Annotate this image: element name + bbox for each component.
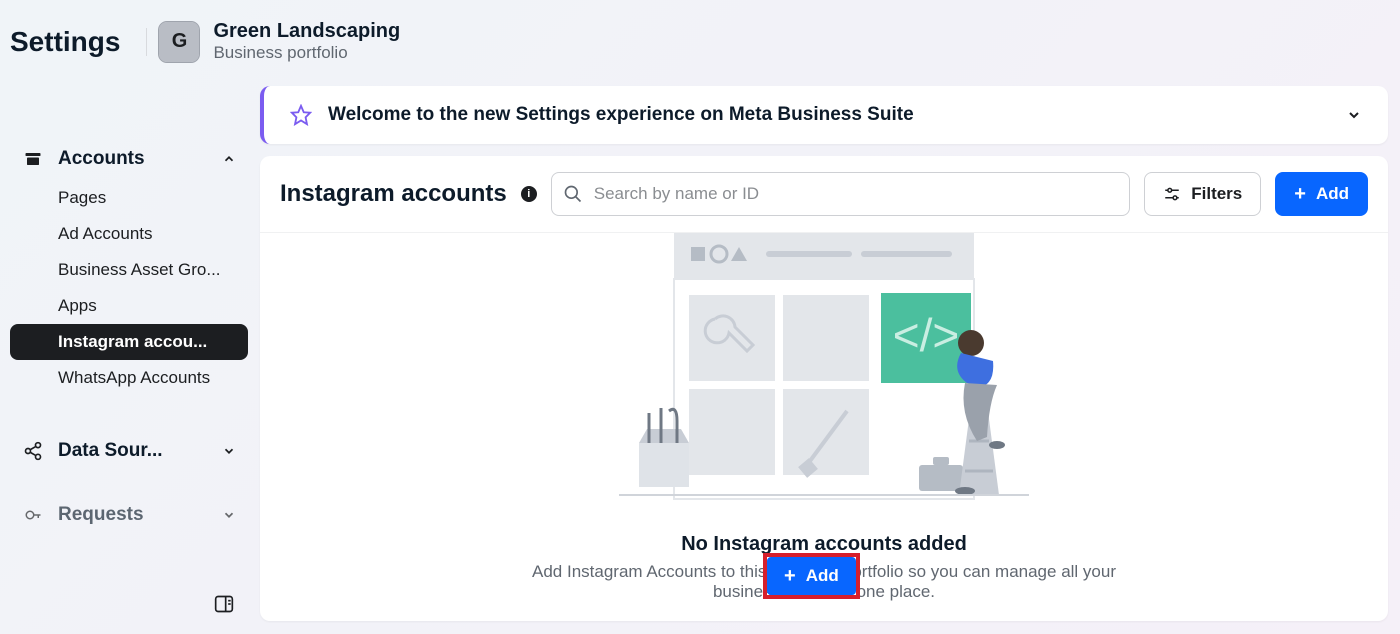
plus-icon: + <box>784 566 796 586</box>
sidebar-section-accounts: Accounts Pages Ad Accounts Business Asse… <box>10 140 248 396</box>
sidebar-section-header-accounts[interactable]: Accounts <box>10 140 248 178</box>
banner-text: Welcome to the new Settings experience o… <box>328 104 914 126</box>
star-icon <box>290 104 312 126</box>
sidebar-section-header-requests[interactable]: Requests <box>10 496 248 534</box>
sidebar-section-label: Data Sour... <box>58 440 163 462</box>
add-label: Add <box>806 566 839 586</box>
search-input[interactable] <box>551 172 1131 216</box>
sidebar-section-data-sources: Data Sour... <box>10 432 248 470</box>
filters-label: Filters <box>1191 184 1242 204</box>
info-icon[interactable]: i <box>521 186 537 202</box>
page-title: Settings <box>10 26 120 58</box>
sidebar-item-pages[interactable]: Pages <box>10 180 248 216</box>
search-wrap <box>551 172 1131 216</box>
sidebar-section-label: Requests <box>58 504 144 526</box>
chevron-down-icon <box>222 444 236 458</box>
sidebar-footer <box>10 594 248 614</box>
empty-title: No Instagram accounts added <box>260 533 1388 556</box>
empty-state-illustration: </> <box>619 233 1029 533</box>
divider <box>146 28 147 56</box>
plus-icon: + <box>1294 184 1306 204</box>
share-nodes-icon <box>22 441 44 461</box>
instagram-accounts-panel: Instagram accounts i Filters + Add <box>260 156 1388 621</box>
sidebar-item-business-asset-groups[interactable]: Business Asset Gro... <box>10 252 248 288</box>
main: Welcome to the new Settings experience o… <box>260 0 1400 634</box>
add-button[interactable]: + Add <box>1275 172 1368 216</box>
highlighted-add-button: + Add <box>767 557 856 595</box>
portfolio-badge: G <box>159 22 199 62</box>
sidebar-section-header-data-sources[interactable]: Data Sour... <box>10 432 248 470</box>
key-icon <box>22 506 44 524</box>
chevron-down-icon <box>1346 107 1362 123</box>
archive-icon <box>22 150 44 168</box>
add-button-callout[interactable]: + Add <box>767 557 856 595</box>
chevron-down-icon <box>222 508 236 522</box>
panel-header: Instagram accounts i Filters + Add <box>260 156 1388 233</box>
sidebar-item-instagram-accounts[interactable]: Instagram accou... <box>10 324 248 360</box>
sidebar: Accounts Pages Ad Accounts Business Asse… <box>0 0 260 634</box>
panel-title: Instagram accounts <box>280 180 507 208</box>
filters-button[interactable]: Filters <box>1144 172 1261 216</box>
sidebar-section-requests: Requests <box>10 496 248 534</box>
sidebar-item-apps[interactable]: Apps <box>10 288 248 324</box>
sliders-icon <box>1163 185 1181 203</box>
search-icon <box>563 184 583 204</box>
panel-toggle-icon[interactable] <box>212 594 236 614</box>
sidebar-item-ad-accounts[interactable]: Ad Accounts <box>10 216 248 252</box>
sidebar-item-whatsapp-accounts[interactable]: WhatsApp Accounts <box>10 360 248 396</box>
add-label: Add <box>1316 184 1349 204</box>
chevron-up-icon <box>222 152 236 166</box>
welcome-banner[interactable]: Welcome to the new Settings experience o… <box>260 86 1388 144</box>
svg-text:</>: </> <box>893 309 960 361</box>
sidebar-section-label: Accounts <box>58 148 145 170</box>
